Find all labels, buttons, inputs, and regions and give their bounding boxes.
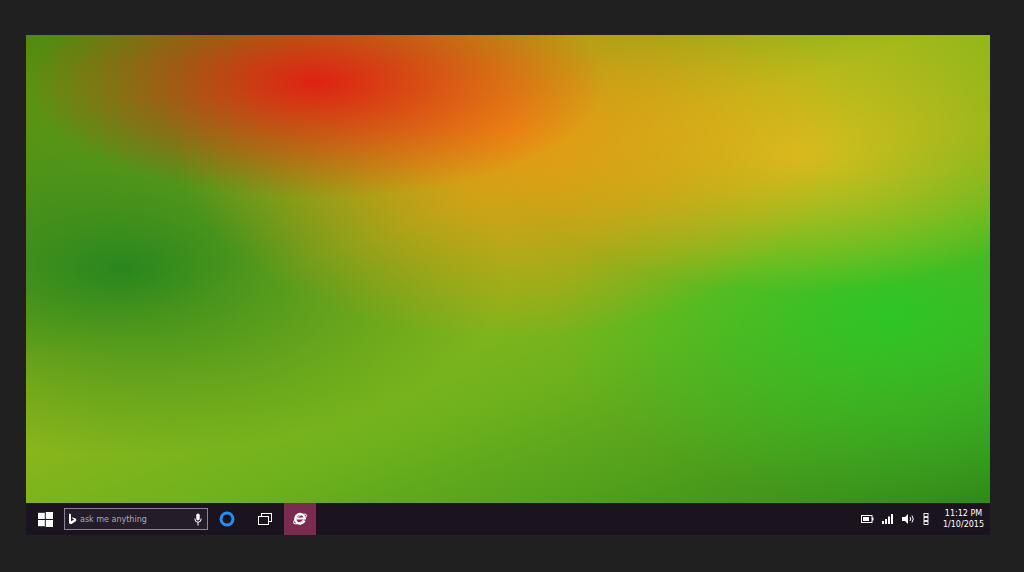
wallpaper [26, 35, 990, 503]
search-placeholder: ask me anything [80, 515, 191, 524]
clock-time: 11:12 PM [945, 508, 982, 519]
internet-explorer-icon [292, 511, 308, 527]
clock[interactable]: 11:12 PM1/10/2015 [943, 508, 990, 530]
system-tray [861, 513, 929, 525]
search-box[interactable]: ask me anything [64, 508, 208, 530]
internet-explorer-button[interactable] [284, 503, 316, 535]
windows-logo-icon [38, 512, 53, 527]
task-view-icon [258, 513, 272, 525]
taskbar: ask me anything 11:12 PM1/10/2015 [26, 503, 990, 535]
clock-date: 1/10/2015 [943, 519, 984, 530]
cortana-icon [219, 511, 235, 527]
notifications-icon[interactable] [923, 513, 929, 525]
battery-icon[interactable] [861, 515, 874, 523]
cortana-button[interactable] [208, 503, 246, 535]
network-signal-icon[interactable] [882, 514, 894, 524]
volume-icon[interactable] [902, 514, 915, 524]
start-button[interactable] [26, 503, 64, 535]
task-view-button[interactable] [246, 503, 284, 535]
desktop-screen: ask me anything 11:12 PM1/10/2015 [26, 35, 990, 535]
bing-logo-icon [68, 513, 77, 525]
microphone-icon[interactable] [194, 513, 202, 526]
screenshot-frame: ask me anything 11:12 PM1/10/2015 [0, 0, 1024, 572]
